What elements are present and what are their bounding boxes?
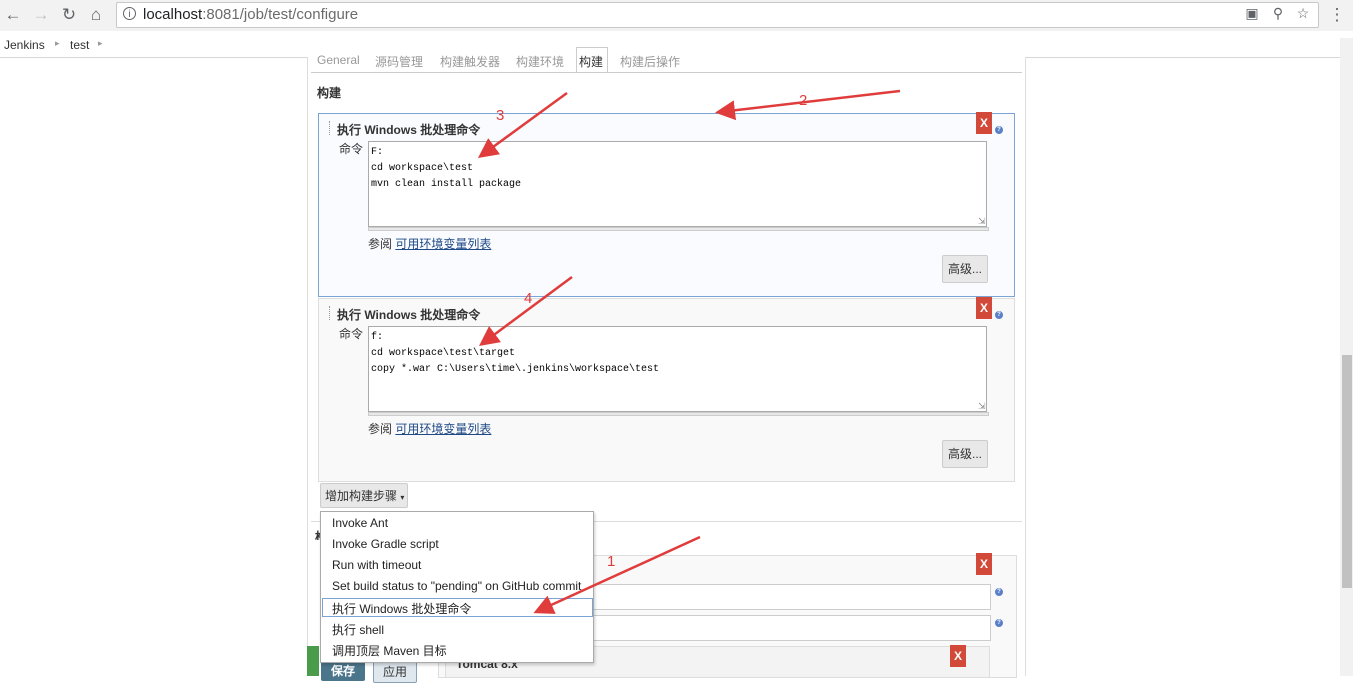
annotation-label-3: 3	[496, 107, 505, 124]
annotation-label-2: 2	[799, 92, 808, 109]
annotation-label-4: 4	[524, 290, 533, 307]
annotation-overlay	[477, 89, 901, 614]
annotation-arrow-4	[478, 275, 573, 346]
annotation-label-1: 1	[607, 553, 616, 570]
annotation-arrow-1	[533, 535, 701, 614]
annotation-arrow-3	[477, 91, 568, 158]
annotation-arrow-2	[715, 89, 901, 121]
